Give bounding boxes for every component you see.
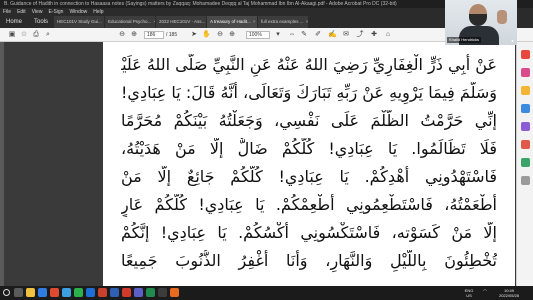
doc-tab[interactable]: Educational Psycho... × — [105, 16, 156, 28]
right-tools-panel — [516, 42, 533, 286]
menu-help[interactable]: Help — [93, 8, 103, 16]
arabic-line: تُخْطِئُونَ بِاللَّيْلِ وَالنَّهَارِ، وَ… — [121, 251, 497, 270]
combine-files-icon[interactable] — [521, 104, 530, 113]
stamp-icon[interactable]: ✉ — [342, 31, 350, 39]
microphone-icon: ● — [511, 38, 514, 43]
attach-icon[interactable]: ⌂ — [384, 31, 392, 39]
doc-tab[interactable]: full extra examples ... × — [258, 16, 309, 28]
zoom-in-icon[interactable]: ⊕ — [228, 31, 236, 39]
export-pdf-icon[interactable] — [521, 50, 530, 59]
teams-icon[interactable] — [134, 288, 143, 297]
page-current: 186 — [147, 32, 156, 38]
firefox-icon[interactable] — [170, 288, 179, 297]
more-tools-icon[interactable] — [521, 176, 530, 185]
arabic-line: أَطْعَمْتُهُ، فَاسْتَطْعِمُونِي أُطْعِمْ… — [121, 195, 497, 214]
excel-icon[interactable] — [146, 288, 155, 297]
search-icon[interactable] — [3, 289, 10, 296]
doc-tab-label: HEC101V Study Gui... — [57, 19, 102, 24]
edge-icon[interactable] — [38, 288, 47, 297]
arabic-line: وَسَلَّمَ فِيمَا يَرْوِيهِ عَنْ رَبِّهِ … — [121, 83, 497, 102]
windows-taskbar: ENG US ◠ 10:49 2022/05/28 — [0, 286, 533, 300]
language-indicator[interactable]: ENG US — [462, 288, 476, 298]
window-title: B. Guidance of Hadith in connection to H… — [4, 1, 397, 7]
menu-esign[interactable]: E-Sign — [48, 8, 63, 16]
next-page-icon[interactable]: ⊕ — [130, 31, 138, 39]
doc-tab[interactable]: HEC101V Study Gui...× — [54, 16, 105, 28]
arabic-line: فَلَا تَظَالَمُوا. يَا عِبَادِي! كُلُّكُ… — [121, 139, 497, 158]
bookmark-icon[interactable]: ☆ — [20, 31, 28, 39]
arabic-line: إلَّا مَنْ كَسَوْته، فَاسْتَكْسُونِي أَك… — [121, 223, 497, 242]
zoom-out-icon[interactable]: ⊖ — [216, 31, 224, 39]
left-navigation-rail — [0, 42, 4, 286]
close-icon[interactable]: × — [253, 16, 256, 28]
comment-icon[interactable]: ✎ — [300, 31, 308, 39]
doc-tab-label: A treasury of Hadit... — [210, 19, 251, 24]
doc-tab-label: 2022 HEC101V - Ass... — [159, 19, 206, 24]
search-icon[interactable]: ⌕ — [44, 31, 52, 39]
pdf-page: عَنْ أَبِي ذَرٍّ الْغِفَارِيِّ رَضِيَ ال… — [103, 42, 515, 286]
close-icon[interactable]: × — [306, 16, 308, 28]
chevron-down-icon[interactable]: ▾ — [274, 31, 282, 39]
arabic-line: فَاسْتَهْدُونِي أَهْدِكُمْ. يَا عِبَادِي… — [121, 167, 497, 186]
doc-tab-label: Educational Psycho... — [108, 19, 152, 24]
file-explorer-icon[interactable] — [26, 288, 35, 297]
video-call-overlay[interactable]: Khalid Hendricks ● — [445, 0, 517, 45]
organize-pages-icon[interactable] — [521, 122, 530, 131]
acrobat-icon[interactable] — [122, 288, 131, 297]
menu-file[interactable]: File — [3, 8, 11, 16]
tab-tools[interactable]: Tools — [28, 16, 54, 28]
fill-sign-icon[interactable]: ✚ — [370, 31, 378, 39]
participant-hand — [497, 10, 507, 24]
menu-window[interactable]: Window — [69, 8, 87, 16]
word-icon[interactable] — [110, 288, 119, 297]
save-icon[interactable]: ▣ — [8, 31, 16, 39]
close-icon[interactable]: × — [153, 16, 155, 28]
select-cursor-icon[interactable]: ➤ — [190, 31, 198, 39]
prev-page-icon[interactable]: ⊖ — [118, 31, 126, 39]
highlight-icon[interactable]: ✐ — [314, 31, 322, 39]
clock[interactable]: 10:49 2022/05/28 — [494, 288, 524, 298]
doc-tab-active[interactable]: A treasury of Hadit... × — [207, 16, 258, 28]
edit-pdf-icon[interactable] — [521, 68, 530, 77]
zoom-select[interactable]: 100% — [246, 31, 270, 39]
tab-home[interactable]: Home — [0, 16, 28, 28]
comment-tool-icon[interactable] — [521, 86, 530, 95]
page-total: / 185 — [166, 32, 178, 38]
page-number-input[interactable]: 186 — [144, 31, 164, 39]
zoom-value: 100% — [249, 32, 262, 38]
menu-edit[interactable]: Edit — [17, 8, 26, 16]
language-region: US — [466, 293, 472, 298]
whatsapp-icon[interactable] — [74, 288, 83, 297]
wifi-icon[interactable]: ◠ — [480, 288, 490, 293]
print-icon[interactable]: ⎙ — [32, 31, 40, 39]
sign-icon[interactable]: ✍ — [328, 31, 337, 39]
share-icon[interactable]: ⤴ — [356, 31, 364, 39]
powerpoint-icon[interactable] — [98, 288, 107, 297]
fill-sign-tool-icon[interactable] — [521, 158, 530, 167]
menu-view[interactable]: View — [32, 8, 43, 16]
doc-tab-label: full extra examples ... — [261, 19, 304, 24]
clock-date: 2022/05/28 — [498, 293, 520, 298]
task-view-icon[interactable] — [14, 288, 23, 297]
participant-name: Khalid Hendricks — [447, 37, 482, 43]
zoom-icon[interactable] — [86, 288, 95, 297]
protect-icon[interactable] — [521, 140, 530, 149]
arabic-line: عَنْ أَبِي ذَرٍّ الْغِفَارِيِّ رَضِيَ ال… — [121, 55, 497, 74]
doc-tab[interactable]: 2022 HEC101V - Ass... × — [156, 16, 207, 28]
arabic-line: إنِّي حَرَّمْتُ الظُّلْمَ عَلَى نَفْسِي،… — [121, 111, 497, 130]
fit-page-icon[interactable]: ⇔ — [288, 31, 296, 39]
mail-icon[interactable] — [62, 288, 71, 297]
office-icon[interactable] — [50, 288, 59, 297]
settings-icon[interactable] — [158, 288, 167, 297]
hand-icon[interactable]: ✋ — [202, 31, 211, 39]
